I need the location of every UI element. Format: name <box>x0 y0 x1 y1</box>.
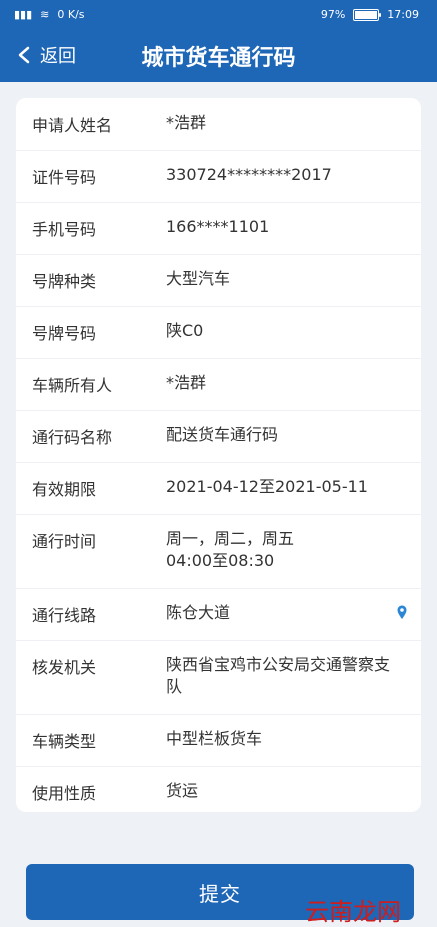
info-row-label: 申请人姓名 <box>32 116 113 135</box>
info-row-label: 通行码名称 <box>32 428 113 447</box>
info-row-label: 使用性质 <box>32 784 97 803</box>
info-row: 号牌号码 陕C0 <box>16 306 421 359</box>
info-row-label: 号牌种类 <box>32 272 97 291</box>
status-left: ▮▮▮ ≋ 0 K/s <box>14 8 85 21</box>
info-row: 通行线路 陈仓大道 <box>16 588 421 641</box>
info-row-value: 陕西省宝鸡市公安局交通警察支队 <box>166 655 391 696</box>
signal-icon: ▮▮▮ <box>14 8 33 21</box>
info-row-value: *浩群 <box>166 373 207 392</box>
page-title: 城市货车通行码 <box>141 46 296 71</box>
info-row-label: 车辆类型 <box>32 732 97 751</box>
info-row: 有效期限 2021-04-12至2021-05-11 <box>16 462 421 515</box>
info-row-value: 330724********2017 <box>166 165 332 184</box>
location-pin-icon[interactable] <box>393 602 411 624</box>
watermark: 云南龙网 <box>305 898 401 926</box>
info-row-value: 陕C0 <box>166 321 204 340</box>
status-right: 97% 17:09 <box>321 8 419 21</box>
info-row-value: 2021-04-12至2021-05-11 <box>166 477 368 496</box>
info-row-value: 货运 <box>166 781 199 800</box>
info-row-value: 166****1101 <box>166 217 270 236</box>
info-row: 手机号码 166****1101 <box>16 202 421 255</box>
network-speed: 0 K/s <box>57 8 85 21</box>
info-row: 通行时间 周一，周二，周五 04:00至08:30 <box>16 514 421 589</box>
battery-icon <box>353 8 382 21</box>
info-row-label: 核发机关 <box>32 658 97 677</box>
info-row-label: 手机号码 <box>32 220 97 239</box>
battery-percent: 97% <box>320 8 346 21</box>
info-row: 使用性质 货运 <box>16 766 421 813</box>
info-row-value: 陈仓大道 <box>166 603 231 622</box>
info-row-label: 车辆所有人 <box>32 376 113 395</box>
info-row-value: 周一，周二，周五 04:00至08:30 <box>166 529 295 570</box>
header: ▮▮▮ ≋ 0 K/s 97% 17:09 返回 城市货车通行码 <box>0 0 437 82</box>
info-row: 申请人姓名 *浩群 <box>16 98 421 151</box>
info-row-label: 号牌号码 <box>32 324 97 343</box>
info-row: 证件号码 330724********2017 <box>16 150 421 203</box>
info-row-label: 有效期限 <box>32 480 97 499</box>
info-row-label: 通行线路 <box>32 606 97 625</box>
info-row-value: 大型汽车 <box>166 269 231 288</box>
battery-fill <box>355 10 377 19</box>
info-row: 车辆所有人 *浩群 <box>16 358 421 411</box>
info-row: 通行码名称 配送货车通行码 <box>16 410 421 463</box>
pass-info-card: 申请人姓名 *浩群 证件号码 330724********2017 手机号码 166***… <box>16 98 421 813</box>
info-row-label: 通行时间 <box>32 532 97 551</box>
info-row: 号牌种类 大型汽车 <box>16 254 421 307</box>
info-row-value: 配送货车通行码 <box>166 425 279 444</box>
info-row: 核发机关 陕西省宝鸡市公安局交通警察支队 <box>16 640 421 715</box>
info-row: 车辆类型 中型栏板货车 <box>16 714 421 767</box>
info-row-label: 证件号码 <box>32 168 97 187</box>
info-row-value: *浩群 <box>166 113 207 132</box>
info-row-value: 中型栏板货车 <box>166 729 263 748</box>
status-bar: ▮▮▮ ≋ 0 K/s 97% 17:09 <box>0 0 437 30</box>
clock: 17:09 <box>387 8 419 21</box>
wifi-icon: ≋ <box>40 8 50 21</box>
